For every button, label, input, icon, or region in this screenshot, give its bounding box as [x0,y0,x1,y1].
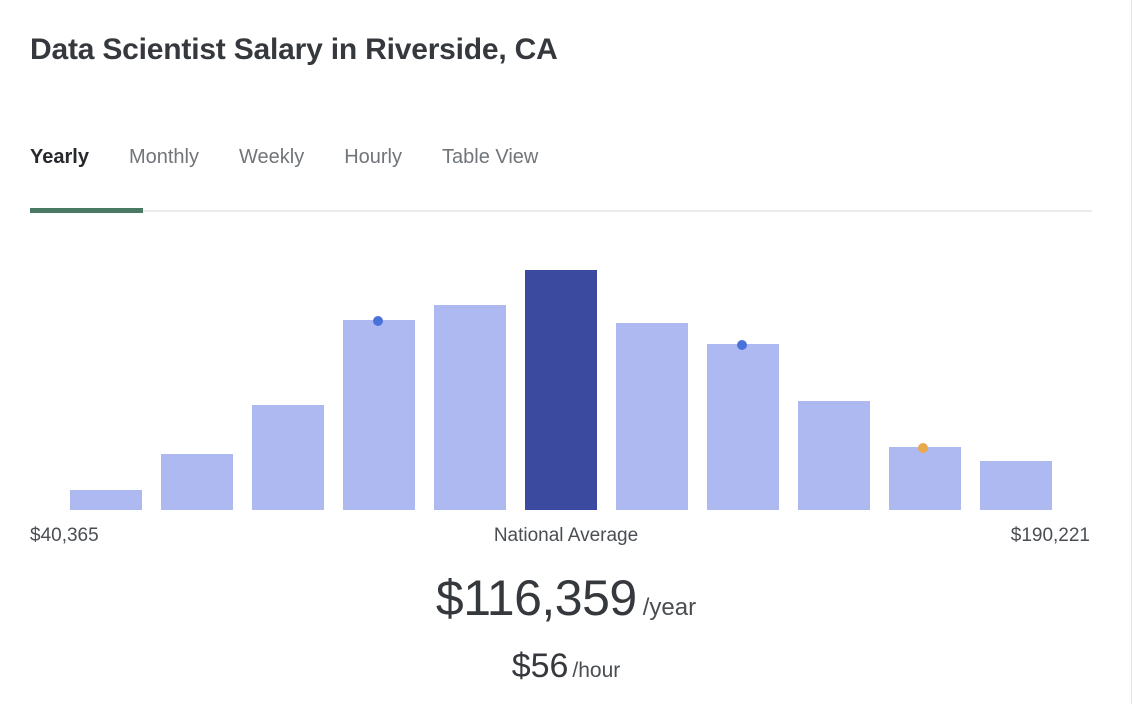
hourly-salary-unit: /hour [572,659,621,682]
axis-min-label: $40,365 [30,525,99,546]
page-title: Data Scientist Salary in Riverside, CA [30,33,558,66]
axis-center-label: National Average [493,525,639,546]
chart-bar[interactable] [343,320,415,510]
tab-weekly[interactable]: Weekly [239,140,324,174]
axis-max-label: $190,221 [1010,525,1090,546]
tab-monthly[interactable]: Monthly [129,140,219,174]
yearly-salary-amount: $116,359 [435,570,637,626]
chart-bar[interactable] [707,344,779,510]
hourly-salary-amount: $56 [511,647,569,685]
chart-marker-dot[interactable] [918,443,928,453]
chart-bar[interactable] [434,305,506,510]
tab-hourly[interactable]: Hourly [344,140,422,174]
chart-bar[interactable] [70,490,142,510]
chart-bar[interactable] [616,323,688,510]
tab-list: Yearly Monthly Weekly Hourly Table View [30,140,1092,186]
view-tabs: Yearly Monthly Weekly Hourly Table View [30,140,1092,213]
chart-bar[interactable] [889,447,961,510]
active-tab-indicator [30,208,143,213]
chart-bar[interactable] [525,270,597,510]
chart-bar[interactable] [252,405,324,510]
chart-bar[interactable] [980,461,1052,510]
chart-bar[interactable] [161,454,233,510]
yearly-salary: $116,359/year [0,570,1132,639]
yearly-salary-unit: /year [642,594,697,621]
salary-summary: $116,359/year $56/hour [0,570,1132,696]
chart-marker-dot[interactable] [737,340,747,350]
tab-table-view[interactable]: Table View [442,140,558,174]
tab-yearly[interactable]: Yearly [30,140,109,174]
tabs-divider [30,210,1092,212]
chart-bar[interactable] [798,401,870,510]
chart-marker-dot[interactable] [373,316,383,326]
hourly-salary: $56/hour [0,643,1132,696]
salary-page: Data Scientist Salary in Riverside, CA Y… [0,0,1132,704]
